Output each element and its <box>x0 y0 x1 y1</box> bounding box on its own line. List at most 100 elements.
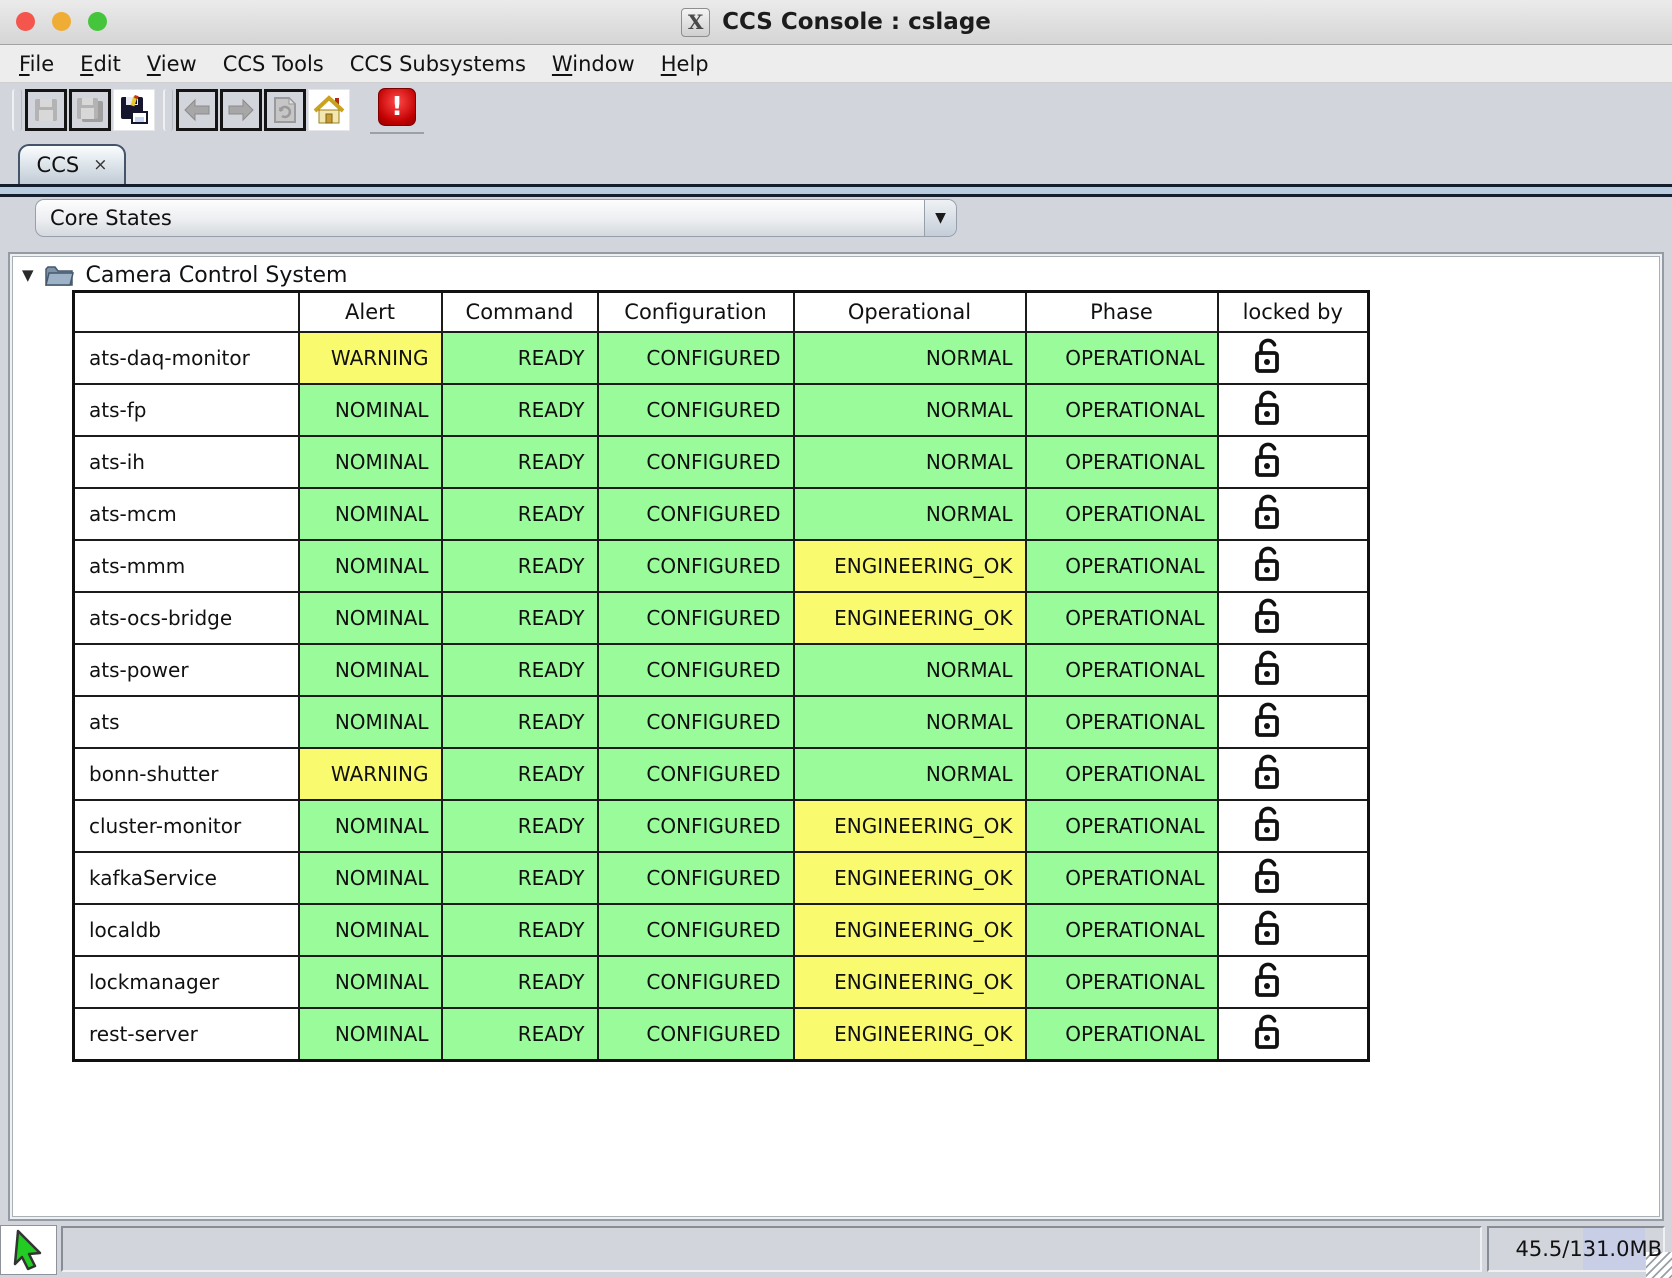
table-row[interactable]: rest-serverNOMINALREADYCONFIGUREDENGINEE… <box>74 1008 1369 1061</box>
refresh-page-icon <box>272 96 298 124</box>
configuration-status-cell: CONFIGURED <box>598 540 794 592</box>
table-row[interactable]: ats-ihNOMINALREADYCONFIGUREDNORMALOPERAT… <box>74 436 1369 488</box>
unlocked-icon <box>1249 440 1287 480</box>
phase-status-cell: OPERATIONAL <box>1026 332 1218 384</box>
command-status-cell: READY <box>442 488 598 540</box>
tab-label: CCS <box>37 153 80 177</box>
table-row[interactable]: ats-daq-monitorWARNINGREADYCONFIGUREDNOR… <box>74 332 1369 384</box>
command-status-cell: READY <box>442 852 598 904</box>
command-status-cell: READY <box>442 800 598 852</box>
save-all-button[interactable] <box>69 89 111 131</box>
subsystem-name-cell: ats <box>74 696 299 748</box>
alert-button[interactable]: ! <box>378 88 416 126</box>
alert-status-cell: NOMINAL <box>299 956 442 1008</box>
window-title: CCS Console : cslage <box>722 9 991 35</box>
alert-status-cell: WARNING <box>299 332 442 384</box>
menu-bar: FileEditViewCCS ToolsCCS SubsystemsWindo… <box>0 45 1672 83</box>
refresh-button[interactable] <box>264 89 306 131</box>
menu-ccs-subsystems[interactable]: CCS Subsystems <box>337 52 539 76</box>
command-status-cell: READY <box>442 540 598 592</box>
status-bar: 45.5/131.0MB <box>0 1222 1672 1278</box>
table-row[interactable]: bonn-shutterWARNINGREADYCONFIGUREDNORMAL… <box>74 748 1369 800</box>
phase-status-cell: OPERATIONAL <box>1026 748 1218 800</box>
forward-button[interactable] <box>220 89 262 131</box>
table-row[interactable]: ats-mcmNOMINALREADYCONFIGUREDNORMALOPERA… <box>74 488 1369 540</box>
column-header: Command <box>442 292 598 333</box>
save-as-button[interactable] <box>113 89 155 131</box>
tab-close-icon[interactable]: × <box>93 155 107 175</box>
table-header-row: AlertCommandConfigurationOperationalPhas… <box>74 292 1369 333</box>
menu-help[interactable]: Help <box>648 52 722 76</box>
table-row[interactable]: ats-fpNOMINALREADYCONFIGUREDNORMALOPERAT… <box>74 384 1369 436</box>
configuration-status-cell: CONFIGURED <box>598 592 794 644</box>
command-status-cell: READY <box>442 904 598 956</box>
phase-status-cell: OPERATIONAL <box>1026 800 1218 852</box>
tree-expand-icon[interactable]: ▼ <box>22 266 34 284</box>
unlocked-icon <box>1249 856 1287 896</box>
table-row[interactable]: ats-powerNOMINALREADYCONFIGUREDNORMALOPE… <box>74 644 1369 696</box>
locked-by-cell <box>1218 540 1369 592</box>
column-header: Operational <box>794 292 1026 333</box>
configuration-status-cell: CONFIGURED <box>598 644 794 696</box>
operational-status-cell: ENGINEERING_OK <box>794 904 1026 956</box>
operational-status-cell: ENGINEERING_OK <box>794 956 1026 1008</box>
alert-status-cell: NOMINAL <box>299 904 442 956</box>
tree-root-node[interactable]: ▼ Camera Control System <box>22 262 347 288</box>
locked-by-cell <box>1218 384 1369 436</box>
forward-arrow-icon <box>226 98 256 122</box>
configuration-status-cell: CONFIGURED <box>598 748 794 800</box>
configuration-status-cell: CONFIGURED <box>598 384 794 436</box>
alert-button-wrap: ! <box>370 86 424 134</box>
operational-status-cell: NORMAL <box>794 332 1026 384</box>
table-row[interactable]: cluster-monitorNOMINALREADYCONFIGUREDENG… <box>74 800 1369 852</box>
alert-status-cell: NOMINAL <box>299 800 442 852</box>
subsystem-name-cell: localdb <box>74 904 299 956</box>
menu-edit[interactable]: Edit <box>67 52 134 76</box>
menu-window[interactable]: Window <box>539 52 648 76</box>
configuration-status-cell: CONFIGURED <box>598 436 794 488</box>
content-panel: ▼ Camera Control System AlertCommandConf… <box>8 252 1664 1221</box>
unlocked-icon <box>1249 752 1287 792</box>
menu-file[interactable]: File <box>6 52 67 76</box>
alert-status-cell: NOMINAL <box>299 696 442 748</box>
table-row[interactable]: atsNOMINALREADYCONFIGUREDNORMALOPERATION… <box>74 696 1369 748</box>
chevron-down-icon[interactable]: ▼ <box>924 200 956 236</box>
table-row[interactable]: lockmanagerNOMINALREADYCONFIGUREDENGINEE… <box>74 956 1369 1008</box>
ccs-console-window: X CCS Console : cslage FileEditViewCCS T… <box>0 0 1672 1278</box>
configuration-status-cell: CONFIGURED <box>598 1008 794 1061</box>
view-selector-combobox[interactable]: Core States ▼ <box>35 199 957 237</box>
back-button[interactable] <box>176 89 218 131</box>
table-row[interactable]: ats-ocs-bridgeNOMINALREADYCONFIGUREDENGI… <box>74 592 1369 644</box>
folder-icon <box>44 262 76 288</box>
view-selector-value: Core States <box>36 206 924 230</box>
table-row[interactable]: localdbNOMINALREADYCONFIGUREDENGINEERING… <box>74 904 1369 956</box>
alert-status-cell: NOMINAL <box>299 852 442 904</box>
table-row[interactable]: kafkaServiceNOMINALREADYCONFIGUREDENGINE… <box>74 852 1369 904</box>
locked-by-cell <box>1218 956 1369 1008</box>
phase-status-cell: OPERATIONAL <box>1026 540 1218 592</box>
home-button[interactable] <box>308 89 350 131</box>
menu-view[interactable]: View <box>134 52 210 76</box>
configuration-status-cell: CONFIGURED <box>598 332 794 384</box>
command-status-cell: READY <box>442 956 598 1008</box>
table-row[interactable]: ats-mmmNOMINALREADYCONFIGUREDENGINEERING… <box>74 540 1369 592</box>
menu-ccs-tools[interactable]: CCS Tools <box>210 52 337 76</box>
toolbar: ! <box>0 83 1672 137</box>
tab-ccs[interactable]: CCS × <box>18 144 126 184</box>
save-as-icon <box>119 95 149 125</box>
unlocked-icon <box>1249 700 1287 740</box>
unlocked-icon <box>1249 544 1287 584</box>
memory-usage-panel[interactable]: 45.5/131.0MB <box>1487 1226 1665 1272</box>
unlocked-icon <box>1249 804 1287 844</box>
unlocked-icon <box>1249 1012 1287 1052</box>
operational-status-cell: NORMAL <box>794 696 1026 748</box>
unlocked-icon <box>1249 336 1287 376</box>
locked-by-cell <box>1218 904 1369 956</box>
alert-status-cell: NOMINAL <box>299 1008 442 1061</box>
phase-status-cell: OPERATIONAL <box>1026 488 1218 540</box>
column-header: Phase <box>1026 292 1218 333</box>
toolbar-separator <box>163 89 173 131</box>
unlocked-icon <box>1249 648 1287 688</box>
save-button[interactable] <box>25 89 67 131</box>
home-icon <box>313 95 345 125</box>
